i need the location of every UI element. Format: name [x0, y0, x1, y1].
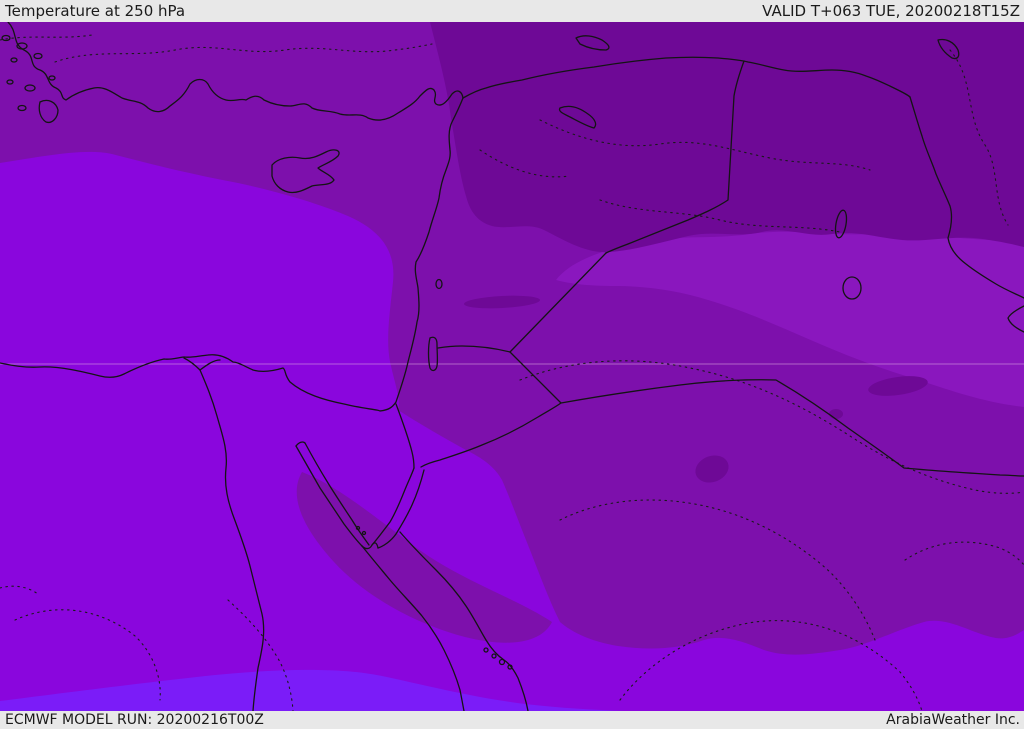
model-run-label: ECMWF MODEL RUN: 20200216T00Z	[5, 712, 264, 728]
map-area	[0, 22, 1024, 711]
weather-map-page: Temperature at 250 hPa VALID T+063 TUE, …	[0, 0, 1024, 729]
band-dark-purple-northeast	[430, 22, 1024, 253]
provider-label: ArabiaWeather Inc.	[886, 712, 1020, 728]
temperature-map-canvas	[0, 22, 1024, 711]
header-bar: Temperature at 250 hPa VALID T+063 TUE, …	[0, 0, 1024, 22]
footer-bar: ECMWF MODEL RUN: 20200216T00Z ArabiaWeat…	[0, 711, 1024, 729]
page-title: Temperature at 250 hPa	[5, 1, 186, 20]
valid-time-label: VALID T+063 TUE, 20200218T15Z	[762, 1, 1020, 20]
